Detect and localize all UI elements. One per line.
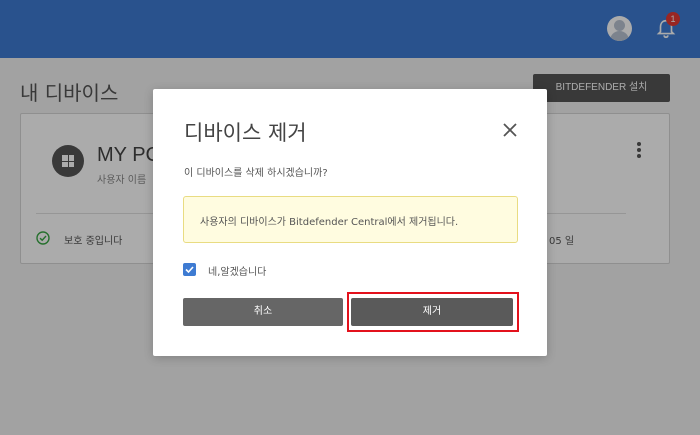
close-icon[interactable] (502, 122, 518, 138)
warning-notice: 사용자의 디바이스가 Bitdefender Central에서 제거됩니다. (183, 196, 518, 243)
remove-device-dialog: 디바이스 제거 이 디바이스를 삭제 하시겠습니까? 사용자의 디바이스가 Bi… (153, 89, 547, 356)
checkmark-icon (185, 266, 194, 274)
dialog-question: 이 디바이스를 삭제 하시겠습니까? (184, 168, 328, 179)
checkbox-label[interactable]: 네,알겠습니다 (208, 263, 266, 278)
cancel-button[interactable]: 취소 (183, 298, 343, 326)
notice-text: 사용자의 디바이스가 Bitdefender Central에서 제거됩니다. (200, 217, 459, 228)
dialog-title: 디바이스 제거 (184, 121, 307, 145)
remove-button[interactable]: 제거 (351, 298, 513, 326)
confirm-checkbox[interactable] (183, 263, 196, 276)
